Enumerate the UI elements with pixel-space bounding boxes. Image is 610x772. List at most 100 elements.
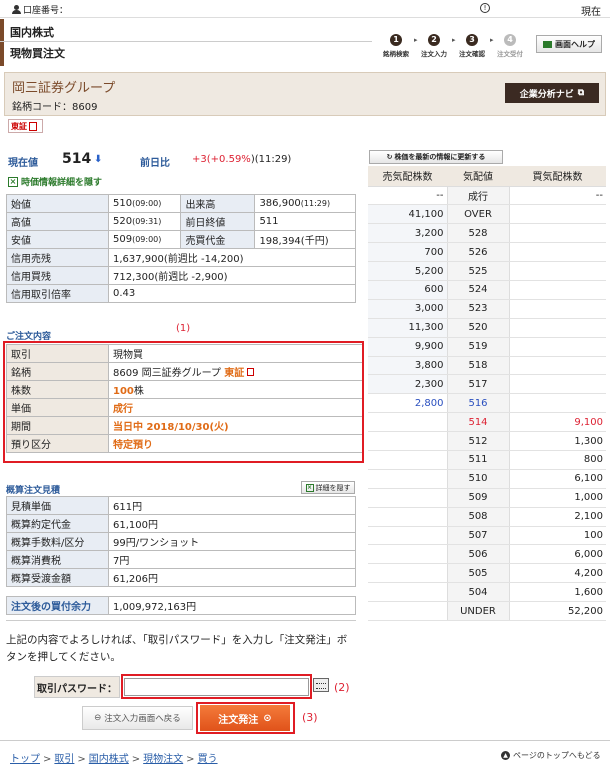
volume-label: 出来高: [180, 194, 256, 213]
arrow-up-icon: ▲: [501, 751, 510, 760]
table-row: 概算消費税 7円: [6, 550, 356, 569]
breadcrumb-item[interactable]: トップ: [10, 754, 40, 765]
fee-value: 99円/ワンショット: [108, 532, 356, 551]
breadcrumb-item[interactable]: 現物注文: [143, 754, 183, 765]
table-row: 安値 509(09:00) 売買代金 198,394(千円): [6, 230, 356, 249]
board-row: 5,200 525: [368, 261, 606, 281]
estimate-table: 見積単価 611円 概算約定代金 61,100円 概算手数料/区分 99円/ワンショッ…: [6, 496, 356, 587]
keyboard-icon[interactable]: [313, 678, 329, 692]
document-icon: [29, 121, 37, 131]
board-row: 3,800 518: [368, 356, 606, 376]
high-value: 520: [113, 216, 133, 227]
board-row: 700 526: [368, 242, 606, 263]
buy-qty: [509, 261, 606, 281]
buy-qty: [509, 280, 606, 300]
board-row: 41,100 OVER: [368, 204, 606, 225]
volume-cell: 386,900(11:29): [254, 194, 356, 213]
sell-qty: [368, 431, 447, 451]
high-cell: 520(09:31): [107, 212, 182, 231]
hide-details-link[interactable]: × 時価情報詳細を隠す: [8, 175, 102, 188]
estimate-section-title: 概算注文見積: [6, 486, 61, 496]
buy-qty: [509, 204, 606, 225]
down-arrow-icon: ⬇: [94, 154, 103, 165]
table-row: 見積単価 611円: [6, 496, 356, 515]
quote-price: 509: [446, 488, 510, 508]
divider: [0, 740, 610, 741]
now-label: 現在: [581, 7, 601, 18]
change-label: 前日比: [140, 158, 170, 169]
password-label: 取引パスワード：: [34, 676, 120, 698]
exchange-badge[interactable]: 東証: [8, 119, 43, 133]
quote-price: 517: [446, 374, 510, 395]
quote-price: 508: [446, 507, 510, 527]
highlight-box-order-button: [196, 702, 295, 734]
help-button[interactable]: 画面ヘルプ: [536, 35, 602, 53]
table-row: 始値 510(09:00) 出来高 386,900(11:29): [6, 194, 356, 213]
table-row: 概算約定代金 61,100円: [6, 514, 356, 533]
refresh-button[interactable]: ↻ 株価を最新の情報に更新する: [369, 150, 503, 164]
order-board-table: 売気配株数 気配値 買気配株数 -- 成行 -- 41,100 OVER 3,200 528…: [368, 166, 606, 621]
buy-qty: [509, 356, 606, 376]
external-window-icon: ⧉: [577, 88, 585, 98]
exchange-label: 東証: [11, 121, 27, 131]
margin-ratio-label: 信用取引倍率: [6, 284, 109, 303]
low-label: 安値: [6, 230, 109, 249]
breadcrumb-item[interactable]: 取引: [54, 754, 74, 765]
buy-qty: 52,200: [509, 601, 606, 621]
step-number: 3: [466, 34, 478, 46]
sell-qty: 11,300: [368, 318, 447, 338]
board-row: 2,800 516: [368, 393, 606, 414]
buy-qty: [509, 223, 606, 244]
contract-label: 概算約定代金: [6, 514, 109, 533]
highlight-box-order: [3, 341, 364, 463]
quote-price: 528: [446, 223, 510, 244]
buy-qty: 2,100: [509, 507, 606, 527]
change-value: +3(+0.59%)(11:29): [192, 154, 291, 165]
prev-close-value: 511: [254, 212, 356, 231]
buy-qty: [509, 242, 606, 263]
quote-price: 518: [446, 356, 510, 376]
annotation-1: (1): [176, 323, 191, 334]
buy-qty: 9,100: [509, 412, 606, 433]
buy-qty: [509, 337, 606, 357]
turnover-value: 198,394(千円): [254, 230, 356, 249]
current-price-label: 現在値: [8, 158, 38, 169]
board-row: 3,000 523: [368, 299, 606, 319]
close-icon: ×: [305, 483, 314, 492]
buy-qty: [509, 374, 606, 395]
low-cell: 509(09:00): [107, 230, 182, 249]
sell-qty: [368, 601, 447, 621]
toggle-details-button[interactable]: × 詳細を隠す: [301, 481, 355, 494]
back-to-input-button[interactable]: ⊖ 注文入力画面へ戻る: [82, 706, 193, 730]
open-label: 始値: [6, 194, 109, 213]
quote-price: 526: [446, 242, 510, 263]
buy-qty: 1,600: [509, 582, 606, 603]
quote-price: 510: [446, 469, 510, 489]
buy-qty: [509, 299, 606, 319]
change-prefix: +3(: [192, 154, 211, 165]
account-number: 口座番号：: [12, 3, 68, 16]
breadcrumb-item[interactable]: 国内株式: [89, 754, 129, 765]
analysis-label: 企業分析ナビ: [519, 89, 574, 100]
analysis-navi-button[interactable]: 企業分析ナビ ⧉: [505, 83, 599, 103]
contract-value: 61,100円: [108, 514, 356, 533]
sell-qty: [368, 582, 447, 603]
annotation-2: (2): [334, 681, 350, 694]
annotation-3: (3): [302, 711, 318, 724]
step-number: 2: [428, 34, 440, 46]
page-top-link[interactable]: ▲ ページのトップへもどる: [501, 750, 601, 761]
quote-price: 成行: [446, 186, 510, 206]
clock-icon[interactable]: !: [480, 3, 490, 13]
high-label: 高値: [6, 212, 109, 231]
breadcrumb-item[interactable]: 買う: [198, 754, 218, 765]
sell-qty: [368, 412, 447, 433]
buy-qty-header: 買気配株数: [509, 166, 606, 187]
open-value: 510: [113, 198, 133, 209]
low-value: 509: [113, 234, 133, 245]
board-row: 11,300 520: [368, 318, 606, 338]
sell-qty: 5,200: [368, 261, 447, 281]
margin-buy-label: 信用買残: [6, 266, 109, 285]
quote-price: 511: [446, 450, 510, 470]
book-icon: [543, 40, 552, 48]
help-label: 画面ヘルプ: [555, 39, 595, 49]
